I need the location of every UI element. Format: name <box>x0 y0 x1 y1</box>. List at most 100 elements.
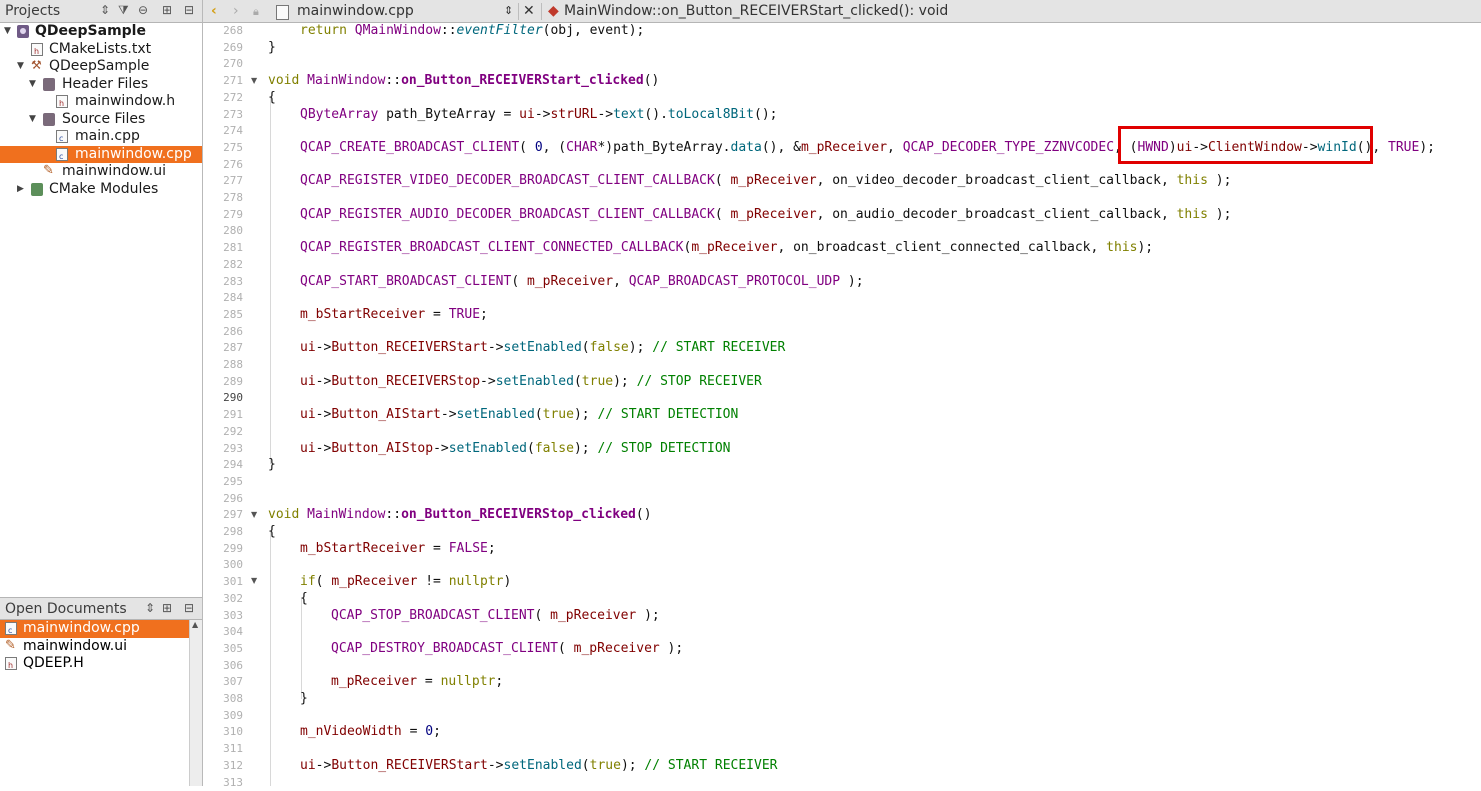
tree-item-label: QDeepSample <box>49 58 149 75</box>
view-selector-arrows-icon[interactable]: ⇕ <box>100 3 110 17</box>
line-number: 292 <box>203 424 243 441</box>
tree-item-mainwindow-h[interactable]: mainwindow.h <box>0 93 202 111</box>
cpp-file-icon <box>5 622 17 635</box>
tree-item-label: mainwindow.ui <box>62 163 166 180</box>
line-number: 285 <box>203 307 243 324</box>
line-number: 298 <box>203 524 243 541</box>
code-line: ui->Button_RECEIVERStop->setEnabled(true… <box>300 374 762 391</box>
link-with-editor-icon[interactable]: ⊖ <box>138 3 148 17</box>
line-number: 300 <box>203 557 243 574</box>
ui-file-icon <box>43 165 55 178</box>
line-number: 293 <box>203 441 243 458</box>
line-number: 294 <box>203 457 243 474</box>
code-line: m_pReceiver = nullptr; <box>331 674 503 691</box>
split-icon[interactable]: ⊞ <box>162 601 172 615</box>
expand-arrow-right-icon[interactable]: ▶ <box>17 181 24 198</box>
expand-arrow-icon[interactable]: ▼ <box>4 23 11 40</box>
tree-item-mainwindow-ui[interactable]: mainwindow.ui <box>0 163 202 181</box>
line-number: 301 <box>203 574 243 591</box>
line-number: 309 <box>203 708 243 725</box>
folder-icon <box>43 113 55 126</box>
line-number: 282 <box>203 257 243 274</box>
cmake-file-icon <box>31 43 43 56</box>
open-document-item[interactable]: mainwindow.ui <box>0 638 190 656</box>
open-document-item[interactable]: QDEEP.H <box>0 655 190 673</box>
fold-arrow-icon[interactable]: ▼ <box>251 573 257 590</box>
close-document-icon[interactable]: ✕ <box>523 3 535 19</box>
open-documents-list: mainwindow.cpp mainwindow.ui QDEEP.H <box>0 620 202 786</box>
back-arrow-icon[interactable]: ‹ <box>211 3 217 19</box>
projects-title: Projects <box>5 3 60 19</box>
line-number: 272 <box>203 90 243 107</box>
file-type-icon <box>276 5 289 20</box>
folder-icon <box>43 78 55 91</box>
sidebar: Projects ⇕ ⧩ ⊖ ⊞ ⊟ ▼ QDeepSample CMakeLi… <box>0 0 203 786</box>
close-panel-icon[interactable]: ⊟ <box>184 3 194 17</box>
filter-icon[interactable]: ⧩ <box>118 3 129 18</box>
forward-arrow-icon[interactable]: › <box>233 3 239 19</box>
expand-arrow-icon[interactable]: ▼ <box>29 76 36 93</box>
line-number: 269 <box>203 40 243 57</box>
tree-item-label: Header Files <box>62 76 148 93</box>
line-number: 303 <box>203 608 243 625</box>
close-panel-icon[interactable]: ⊟ <box>184 601 194 615</box>
open-document-item[interactable]: mainwindow.cpp <box>0 620 190 638</box>
code-line: m_bStartReceiver = TRUE; <box>300 307 488 324</box>
line-number: 278 <box>203 190 243 207</box>
split-icon[interactable]: ⊞ <box>162 3 172 17</box>
open-documents-title: Open Documents <box>5 601 127 617</box>
line-number: 273 <box>203 107 243 124</box>
code-line: void MainWindow::on_Button_RECEIVERStart… <box>268 73 659 90</box>
tree-item-project[interactable]: ▼ QDeepSample <box>0 23 202 41</box>
tree-item-main-cpp[interactable]: main.cpp <box>0 128 202 146</box>
open-documents-scrollbar[interactable] <box>189 620 202 786</box>
line-number: 290 <box>203 390 243 407</box>
line-number: 276 <box>203 157 243 174</box>
header-file-icon <box>56 95 68 108</box>
open-document-label: QDEEP.H <box>23 655 84 672</box>
line-number: 270 <box>203 56 243 73</box>
projects-panel-header: Projects ⇕ ⧩ ⊖ ⊞ ⊟ <box>0 0 202 23</box>
line-number: 288 <box>203 357 243 374</box>
view-selector-arrows-icon[interactable]: ⇕ <box>145 601 155 615</box>
tree-item-mainwindow-cpp[interactable]: mainwindow.cpp <box>0 146 202 164</box>
tree-item-label: mainwindow.cpp <box>75 146 192 163</box>
build-target-icon <box>31 60 43 73</box>
function-icon: ◆ <box>548 3 559 19</box>
line-number: 281 <box>203 240 243 257</box>
project-tree: ▼ QDeepSample CMakeLists.txt ▼ QDeepSamp… <box>0 23 202 597</box>
tree-item-label: CMakeLists.txt <box>49 41 151 58</box>
fold-gutter: ▼ ▼ ▼ <box>246 23 266 786</box>
tree-item-cmakelists[interactable]: CMakeLists.txt <box>0 41 202 59</box>
code-line: } <box>300 691 308 708</box>
line-number: 296 <box>203 491 243 508</box>
line-number: 274 <box>203 123 243 140</box>
file-dropdown-icon[interactable]: ⇕ <box>504 4 513 17</box>
tree-item-header-files[interactable]: ▼ Header Files <box>0 76 202 94</box>
expand-arrow-icon[interactable]: ▼ <box>29 111 36 128</box>
cpp-file-icon <box>56 148 68 161</box>
code-line: void MainWindow::on_Button_RECEIVERStop_… <box>268 507 652 524</box>
code-line: QCAP_REGISTER_AUDIO_DECODER_BROADCAST_CL… <box>300 207 1231 224</box>
tree-item-label: main.cpp <box>75 128 140 145</box>
tree-item-source-files[interactable]: ▼ Source Files <box>0 111 202 129</box>
toolbar-separator <box>518 3 519 20</box>
code-line: } <box>268 457 276 474</box>
fold-arrow-icon[interactable]: ▼ <box>251 73 257 90</box>
line-number: 289 <box>203 374 243 391</box>
fold-arrow-icon[interactable]: ▼ <box>251 507 257 524</box>
current-file-selector[interactable]: mainwindow.cpp <box>297 3 414 19</box>
indent-guide <box>270 98 271 464</box>
tree-item-cmake-modules[interactable]: ▶ CMake Modules <box>0 181 202 199</box>
line-number: 284 <box>203 290 243 307</box>
tree-item-label: mainwindow.h <box>75 93 175 110</box>
function-selector[interactable]: MainWindow::on_Button_RECEIVERStart_clic… <box>564 3 948 19</box>
indent-guide <box>270 532 271 786</box>
code-line: m_bStartReceiver = FALSE; <box>300 541 496 558</box>
expand-arrow-icon[interactable]: ▼ <box>17 58 24 75</box>
open-document-label: mainwindow.ui <box>23 638 127 655</box>
open-document-label: mainwindow.cpp <box>23 620 140 637</box>
tree-item-build-target[interactable]: ▼ QDeepSample <box>0 58 202 76</box>
code-line: { <box>268 90 276 107</box>
code-line: ui->Button_RECEIVERStart->setEnabled(fal… <box>300 340 785 357</box>
